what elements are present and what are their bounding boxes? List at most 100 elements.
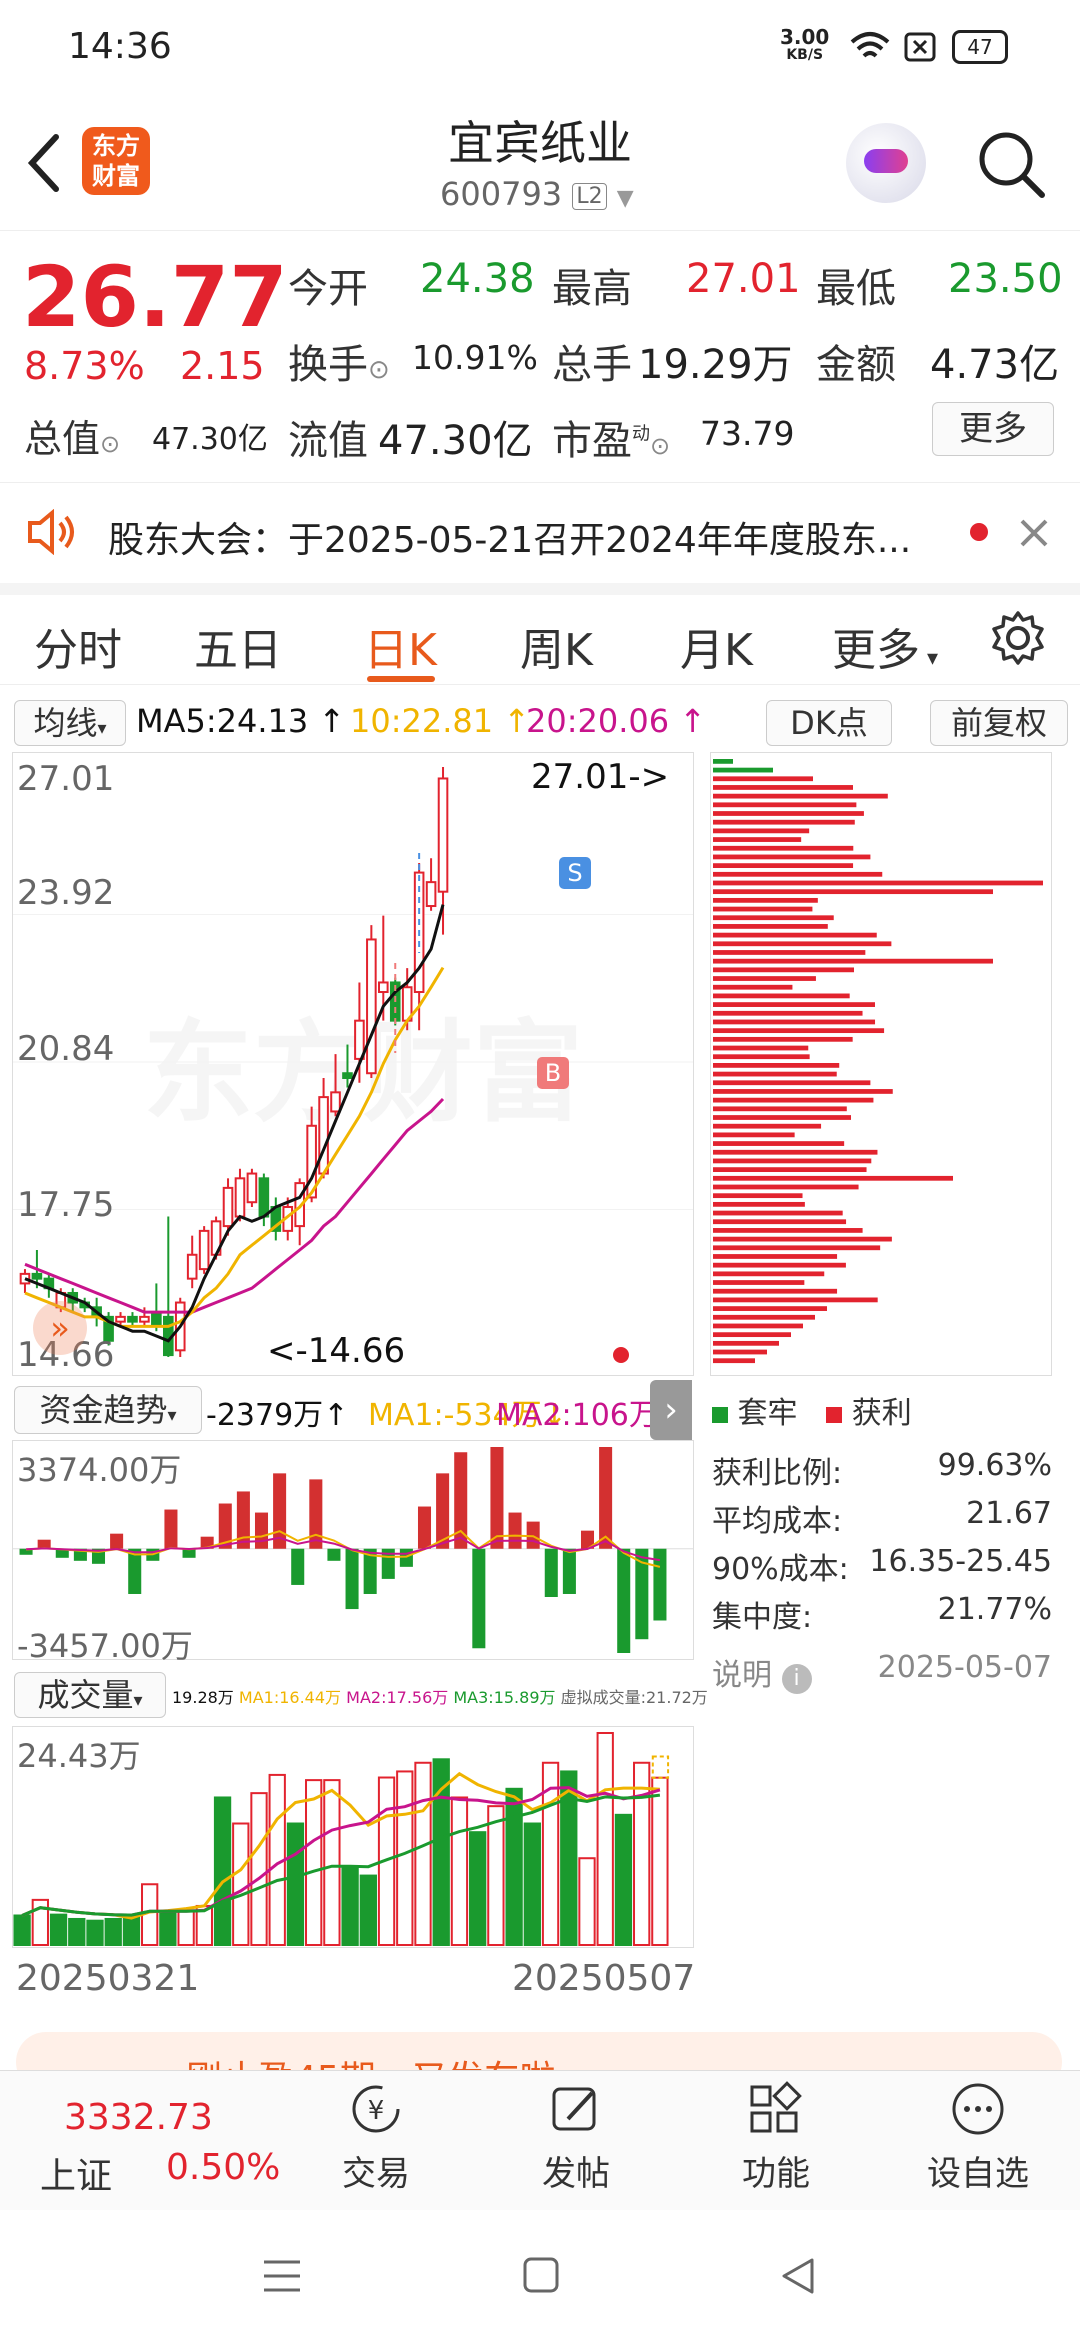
home-icon[interactable] — [522, 2256, 560, 2294]
virtual-volume-box — [651, 1755, 670, 1779]
chip-footer[interactable]: 说明 i 2025-05-07 — [712, 1650, 1052, 1694]
capital-selector-label: 资金趋势 — [39, 1391, 168, 1429]
forward-adjust-button[interactable]: 前复权 — [930, 700, 1068, 746]
chip-bar — [713, 1063, 840, 1068]
chip-bar — [713, 767, 773, 773]
chip-bar — [713, 915, 834, 921]
volume-bar — [578, 1857, 596, 1946]
more-quote-button[interactable]: 更多 — [932, 402, 1054, 456]
low-value: 23.50 — [948, 256, 1063, 302]
stat-value: 21.77% — [937, 1592, 1052, 1627]
chip-stat-concentration: 集中度: 21.77% — [712, 1592, 1052, 1636]
chevron-right-icon[interactable]: › — [650, 1380, 692, 1440]
chip-note[interactable]: 说明 — [712, 1658, 772, 1693]
legend-trapped: 套牢 — [737, 1396, 798, 1431]
capital-bar — [236, 1491, 250, 1549]
candle-body — [318, 1096, 329, 1175]
chip-bar — [713, 1349, 767, 1355]
volume-bar — [450, 1796, 469, 1946]
index-name[interactable]: 上证 — [40, 2147, 112, 2199]
chip-bar — [713, 1228, 863, 1233]
edit-icon — [552, 2087, 596, 2131]
level-badge: L2 — [572, 182, 607, 210]
index-value[interactable]: 3332.73 — [64, 2097, 213, 2138]
ma10-line — [24, 966, 445, 1328]
sell-signal-tag[interactable]: S — [559, 857, 591, 889]
volume-chart[interactable]: 24.43万 — [12, 1726, 694, 1948]
chip-distribution[interactable] — [710, 752, 1052, 1376]
pe-label[interactable]: 市盈动⊙ — [552, 408, 670, 466]
chip-bar — [713, 1089, 893, 1094]
capital-chart[interactable]: 3374.00万 -3457.00万 — [12, 1440, 694, 1665]
high-marker: 27.01-> — [531, 757, 670, 797]
buy-signal-tag[interactable]: B — [537, 1057, 569, 1089]
capital-bar — [291, 1548, 305, 1585]
capital-bar — [490, 1447, 504, 1549]
capital-bar — [128, 1548, 142, 1594]
stock-code-row[interactable]: 600793 L2 ▼ — [440, 175, 634, 213]
y-label-top: 27.01 — [17, 759, 115, 799]
candle-body — [222, 1186, 234, 1228]
chip-bar — [713, 1071, 837, 1077]
capital-bar — [417, 1506, 432, 1549]
volume-selector[interactable]: 成交量▾ — [14, 1672, 166, 1718]
nav-add-watchlist[interactable]: 设自选 — [908, 2081, 1048, 2195]
turnover-label-text: 换手 — [288, 342, 368, 388]
info-icon[interactable]: i — [781, 1664, 812, 1694]
ma20-legend: 20:20.06 ↑ — [526, 702, 707, 740]
search-icon[interactable] — [976, 129, 1048, 201]
y-label-2: 23.92 — [17, 873, 115, 913]
y-label-4: 17.75 — [17, 1185, 115, 1225]
volume-bar — [49, 1913, 68, 1946]
capital-selector[interactable]: 资金趋势▾ — [14, 1386, 202, 1434]
capital-bar — [254, 1512, 269, 1549]
chip-bar — [713, 1193, 803, 1199]
chip-stat-90-cost: 90%成本: 16.35-25.45 — [712, 1544, 1052, 1588]
turnover-label[interactable]: 换手⊙ — [288, 332, 390, 390]
chip-bar — [713, 819, 855, 825]
index-change[interactable]: 0.50% — [166, 2147, 280, 2188]
chip-date: 2025-05-07 — [877, 1650, 1052, 1685]
kline-chart[interactable]: 东方财富 27.01 23.92 20.84 17.75 14.66 27.01… — [12, 752, 694, 1376]
chip-bar — [713, 1314, 815, 1320]
nav-functions-label: 功能 — [742, 2154, 810, 2194]
vol-text: 19.28万 — [172, 1688, 234, 1707]
chip-legend: 套牢 获利 — [712, 1388, 912, 1432]
latest-dot — [613, 1347, 629, 1363]
nav-functions[interactable]: 功能 — [706, 2081, 846, 2195]
volume-label: 总手 — [552, 342, 632, 388]
capital-bar — [110, 1533, 124, 1549]
chip-bar — [713, 1262, 846, 1268]
kline-plot[interactable] — [13, 753, 693, 1375]
mktcap-label[interactable]: 总值⊙ — [24, 408, 120, 463]
menu-icon[interactable] — [262, 2258, 302, 2294]
wifi-icon — [850, 32, 890, 58]
tab-monthly-k[interactable]: 月K — [680, 614, 753, 678]
notice-bar[interactable]: 股东大会：于2025-05-21召开2024年年度股东... — [0, 482, 1080, 595]
notice-text[interactable]: 股东大会：于2025-05-21召开2024年年度股东... — [108, 511, 938, 563]
more-dots-icon — [952, 2083, 1004, 2135]
amount-value: 4.73亿 — [930, 342, 1060, 388]
tab-more[interactable]: 更多 ▾ — [832, 614, 938, 678]
tab-weekly-k[interactable]: 周K — [520, 614, 593, 678]
tab-daily-k[interactable]: 日K — [364, 614, 437, 678]
chip-bar — [713, 1184, 859, 1190]
chip-bar — [713, 1332, 791, 1338]
chip-bar — [713, 1254, 838, 1259]
capital-value: -2379万↑ — [206, 1398, 349, 1433]
tab-intraday[interactable]: 分时 — [34, 614, 122, 678]
nav-post[interactable]: 发帖 — [506, 2081, 646, 2195]
candle-body — [437, 777, 449, 893]
robot-assistant-avatar[interactable] — [846, 123, 926, 203]
nav-trade[interactable]: ¥ 交易 — [306, 2081, 446, 2195]
chip-bar — [713, 1002, 875, 1007]
ma-selector[interactable]: 均线▾ — [14, 700, 126, 746]
tab-five-day[interactable]: 五日 — [194, 614, 282, 678]
close-icon[interactable] — [1018, 517, 1050, 549]
trapped-swatch — [712, 1407, 728, 1423]
back-nav-icon[interactable] — [778, 2256, 818, 2296]
dk-point-button[interactable]: DK点 — [766, 700, 892, 746]
candle-body — [330, 1091, 341, 1113]
gear-icon[interactable] — [990, 610, 1046, 666]
expand-left-icon[interactable]: » — [33, 1301, 87, 1355]
